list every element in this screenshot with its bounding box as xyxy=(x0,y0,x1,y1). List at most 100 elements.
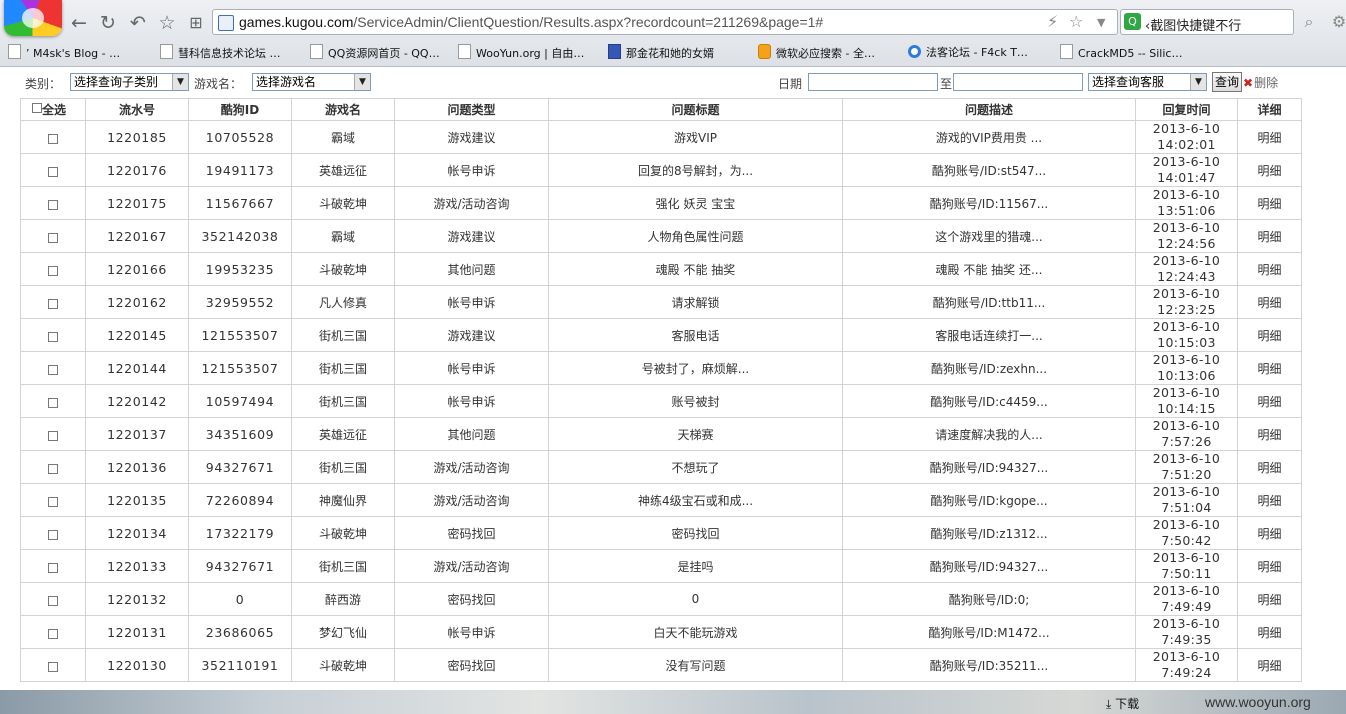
bookmark-item[interactable]: ’ M4sk's Blog - … xyxy=(8,44,120,60)
table-row: 1220162 32959552 凡人修真 帐号申诉 请求解锁 酷狗账号/ID:ttb11… xyxy=(20,285,1302,319)
bookmark-item[interactable]: 法客论坛 - F4ck T… xyxy=(908,44,1028,60)
detail-link[interactable]: 明细 xyxy=(1237,252,1302,286)
row-checkbox[interactable] xyxy=(48,166,58,177)
detail-link[interactable]: 明细 xyxy=(1237,450,1302,484)
detail-link[interactable]: 明细 xyxy=(1237,186,1302,220)
settings-icon[interactable]: ⚙ xyxy=(1328,11,1346,33)
row-checkbox[interactable] xyxy=(48,331,58,342)
reload-icon[interactable]: ↻ xyxy=(95,10,121,36)
browser-logo-icon[interactable] xyxy=(4,0,62,36)
detail-link[interactable]: 明细 xyxy=(1237,516,1302,550)
chevron-down-icon[interactable]: ▼ xyxy=(172,74,188,90)
address-bar[interactable]: games.kugou.com/ServiceAdmin/ClientQuest… xyxy=(212,9,1118,35)
question-title-cell: 游戏VIP xyxy=(548,120,843,154)
serial-number-cell: 1220162 xyxy=(85,285,189,319)
row-checkbox[interactable] xyxy=(48,628,58,639)
detail-link[interactable]: 明细 xyxy=(1237,582,1302,616)
chevron-down-icon[interactable]: ▼ xyxy=(354,74,370,90)
game-select[interactable]: 选择游戏名 ▼ xyxy=(252,73,371,91)
row-checkbox[interactable] xyxy=(48,298,58,309)
bookmark-label: 彗科信息技术论坛 … xyxy=(178,47,281,60)
game-name-cell: 斗破乾坤 xyxy=(291,252,395,286)
detail-link[interactable]: 明细 xyxy=(1237,351,1302,385)
url-dropdown-icon[interactable]: ▼ xyxy=(1097,16,1105,29)
detail-link[interactable]: 明细 xyxy=(1237,219,1302,253)
kugou-id-cell: 121553507 xyxy=(188,351,292,385)
row-checkbox[interactable] xyxy=(48,232,58,243)
detail-link[interactable]: 明细 xyxy=(1237,120,1302,154)
reply-date: 2013-6-10 xyxy=(1152,484,1221,500)
chevron-down-icon[interactable]: ▼ xyxy=(1190,74,1206,90)
table-row: 1220131 23686065 梦幻飞仙 帐号申诉 白天不能玩游戏 酷狗账号/ID:M1… xyxy=(20,615,1302,649)
bookmark-item[interactable]: 彗科信息技术论坛 … xyxy=(160,44,281,61)
row-checkbox[interactable] xyxy=(48,595,58,606)
query-button[interactable]: 查询 xyxy=(1212,72,1243,92)
search-input-text[interactable]: ‹截图快捷键不行 xyxy=(1145,15,1241,34)
row-select-cell xyxy=(20,219,86,253)
question-title-cell: 人物角色属性问题 xyxy=(548,219,843,253)
row-checkbox[interactable] xyxy=(48,199,58,210)
date-to-label: 至 xyxy=(940,77,953,91)
row-checkbox[interactable] xyxy=(48,133,58,144)
lightning-icon[interactable]: ⚡ xyxy=(1047,12,1058,31)
reply-time-cell: 2013-6-10 7:50:11 xyxy=(1135,549,1238,583)
reply-date: 2013-6-10 xyxy=(1152,352,1221,368)
row-checkbox[interactable] xyxy=(48,463,58,474)
row-checkbox[interactable] xyxy=(48,529,58,540)
game-name-cell: 街机三国 xyxy=(291,549,395,583)
delete-link[interactable]: ✖删除 xyxy=(1243,74,1278,91)
detail-link[interactable]: 明细 xyxy=(1237,153,1302,187)
question-desc-cell: 请速度解决我的人... xyxy=(842,417,1136,451)
bookmark-item[interactable]: 那金花和她的女婿 xyxy=(608,44,714,61)
date-to-input[interactable] xyxy=(953,73,1083,91)
row-select-cell xyxy=(20,450,86,484)
reply-time-cell: 2013-6-10 12:24:43 xyxy=(1135,252,1238,286)
table-row: 1220134 17322179 斗破乾坤 密码找回 密码找回 酷狗账号/ID:z1312… xyxy=(20,516,1302,550)
undo-icon[interactable]: ↶ xyxy=(125,10,151,36)
row-checkbox[interactable] xyxy=(48,397,58,408)
back-arrow-icon[interactable]: ← xyxy=(66,10,92,36)
service-select[interactable]: 选择查询客服 ▼ xyxy=(1088,73,1207,91)
reply-date: 2013-6-10 xyxy=(1152,220,1221,236)
bookmark-item[interactable]: QQ资源网首页 - QQ… xyxy=(310,44,440,61)
download-button[interactable]: ⤓ 下载 xyxy=(1106,695,1139,712)
reply-clock: 10:13:06 xyxy=(1157,368,1216,383)
url-text[interactable]: games.kugou.com/ServiceAdmin/ClientQuest… xyxy=(239,14,823,30)
detail-link[interactable]: 明细 xyxy=(1237,417,1302,451)
detail-link[interactable]: 明细 xyxy=(1237,549,1302,583)
row-checkbox[interactable] xyxy=(48,430,58,441)
select-all-checkbox[interactable] xyxy=(32,103,42,113)
bookmark-item[interactable]: CrackMD5 -- Silic… xyxy=(1060,44,1182,60)
row-select-cell xyxy=(20,384,86,418)
table-row: 1220136 94327671 街机三国 游戏/活动咨询 不想玩了 酷狗账号/ID:94… xyxy=(20,450,1302,484)
game-name-cell: 霸域 xyxy=(291,120,395,154)
detail-link[interactable]: 明细 xyxy=(1237,384,1302,418)
question-title-cell: 天梯赛 xyxy=(548,417,843,451)
bookmark-star-icon[interactable]: ☆ xyxy=(1069,12,1083,31)
search-box[interactable]: Q ‹截图快捷键不行 xyxy=(1120,9,1294,35)
detail-link[interactable]: 明细 xyxy=(1237,648,1302,682)
bookmark-item[interactable]: WooYun.org | 自由… xyxy=(458,44,584,61)
reply-time-cell: 2013-6-10 7:49:49 xyxy=(1135,582,1238,616)
detail-link[interactable]: 明细 xyxy=(1237,318,1302,352)
row-checkbox[interactable] xyxy=(48,496,58,507)
category-select[interactable]: 选择查询子类别 ▼ xyxy=(70,73,189,91)
user-icon[interactable] xyxy=(1300,12,1322,34)
detail-link[interactable]: 明细 xyxy=(1237,615,1302,649)
grid-apps-icon[interactable]: ⊞ xyxy=(183,10,209,36)
select-all-header[interactable]: 全选 xyxy=(20,98,86,121)
detail-link[interactable]: 明细 xyxy=(1237,285,1302,319)
date-from-input[interactable] xyxy=(808,73,938,91)
bookmark-item[interactable]: 微软必应搜索 - 全… xyxy=(758,44,875,61)
serial-number-cell: 1220135 xyxy=(85,483,189,517)
row-checkbox[interactable] xyxy=(48,562,58,573)
row-checkbox[interactable] xyxy=(48,265,58,276)
search-engine-icon[interactable]: Q xyxy=(1124,13,1141,30)
favorite-star-icon[interactable]: ☆ xyxy=(154,10,180,36)
row-checkbox[interactable] xyxy=(48,364,58,375)
question-title-cell: 回复的8号解封，为... xyxy=(548,153,843,187)
detail-link[interactable]: 明细 xyxy=(1237,483,1302,517)
question-desc-cell: 酷狗账号/ID:35211... xyxy=(842,648,1136,682)
row-checkbox[interactable] xyxy=(48,661,58,672)
serial-number-cell: 1220130 xyxy=(85,648,189,682)
